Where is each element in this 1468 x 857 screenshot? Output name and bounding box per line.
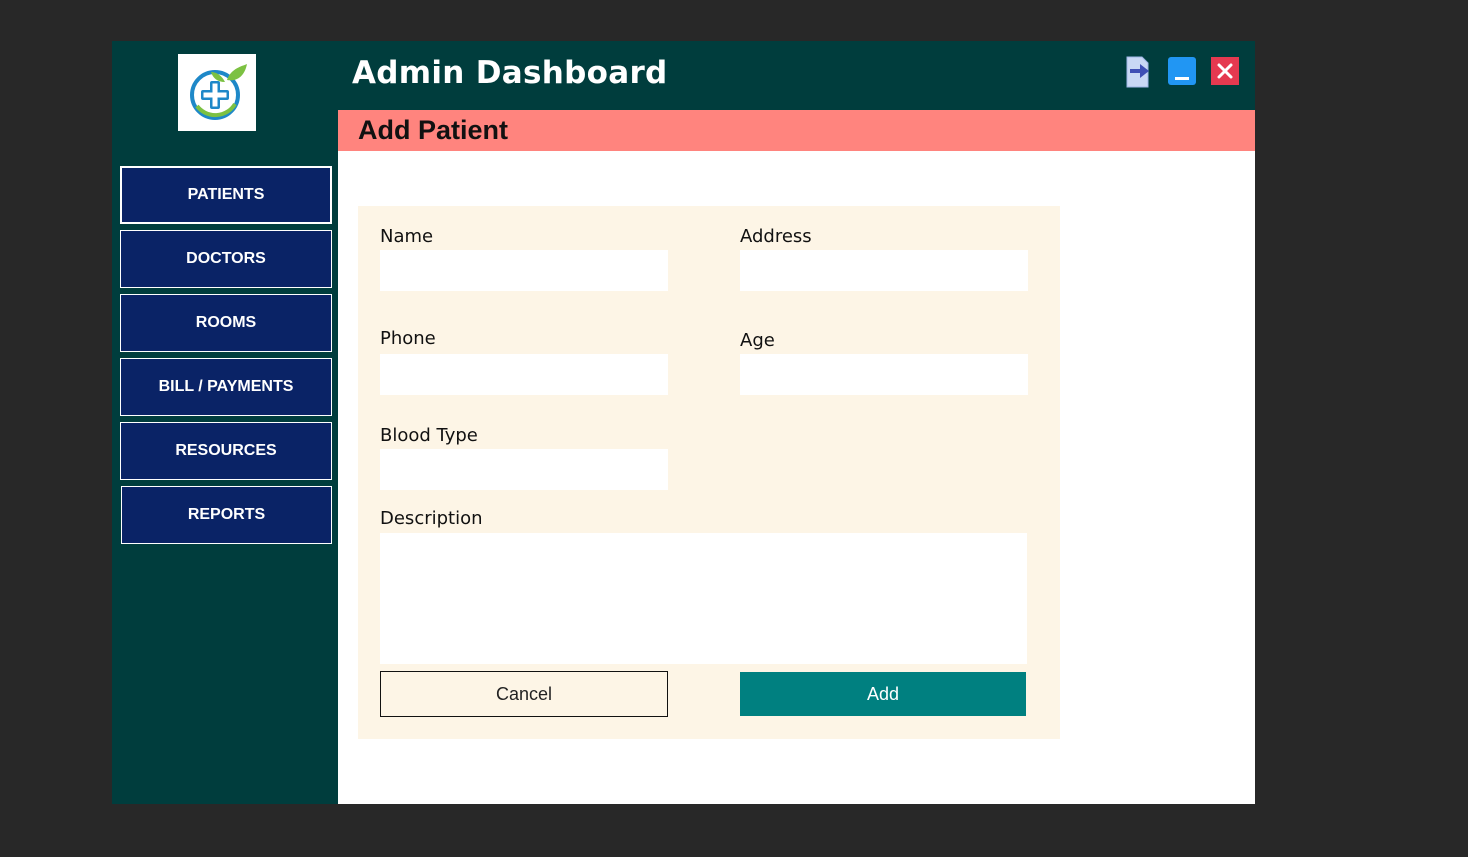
close-button[interactable]	[1211, 57, 1239, 87]
address-label: Address	[740, 226, 812, 247]
app-logo	[178, 54, 256, 131]
app-title: Admin Dashboard	[352, 55, 668, 91]
sidebar-item-resources[interactable]: RESOURCES	[120, 422, 332, 480]
sidebar-item-doctors[interactable]: DOCTORS	[120, 230, 332, 288]
name-field[interactable]	[380, 250, 668, 291]
sidebar-item-bill-payments[interactable]: BILL / PAYMENTS	[120, 358, 332, 416]
phone-field[interactable]	[380, 354, 668, 395]
cancel-button[interactable]: Cancel	[380, 671, 668, 717]
add-patient-form: Name Address Phone Age Blood Type Descri…	[358, 206, 1060, 739]
logout-icon	[1126, 56, 1149, 88]
name-label: Name	[380, 226, 434, 247]
address-field[interactable]	[740, 250, 1028, 291]
description-label: Description	[380, 508, 483, 529]
sidebar-item-reports[interactable]: REPORTS	[121, 486, 332, 544]
close-icon	[1211, 57, 1239, 85]
hospital-logo-icon	[190, 64, 247, 120]
blood-type-label: Blood Type	[380, 425, 478, 446]
minimize-icon	[1168, 57, 1196, 85]
page-title: Add Patient	[358, 115, 509, 145]
age-field[interactable]	[740, 354, 1028, 395]
app-window: PATIENTS DOCTORS ROOMS BILL / PAYMENTS R…	[112, 41, 1255, 804]
phone-label: Phone	[380, 328, 436, 349]
minimize-button[interactable]	[1168, 56, 1196, 86]
age-label: Age	[740, 330, 775, 351]
sidebar-item-rooms[interactable]: ROOMS	[120, 294, 332, 352]
sidebar: PATIENTS DOCTORS ROOMS BILL / PAYMENTS R…	[112, 41, 338, 804]
blood-type-field[interactable]	[380, 449, 668, 490]
logout-button[interactable]	[1124, 56, 1151, 88]
add-button[interactable]: Add	[740, 672, 1026, 716]
section-header: Add Patient	[338, 110, 1255, 151]
description-field[interactable]	[380, 533, 1027, 664]
sidebar-item-patients[interactable]: PATIENTS	[120, 166, 332, 224]
title-bar: Admin Dashboard	[338, 41, 1255, 110]
